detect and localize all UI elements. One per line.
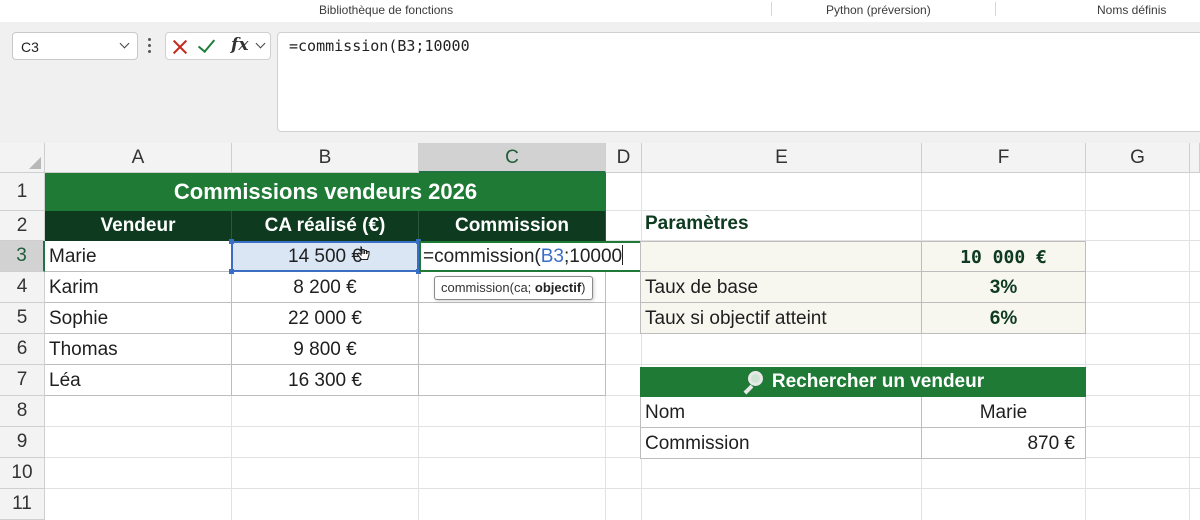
insert-function-icon[interactable]: fx (231, 35, 248, 55)
params-base-rate-value[interactable]: 3% (922, 272, 1086, 303)
column-header-g[interactable]: G (1086, 143, 1190, 173)
ribbon-separator (771, 2, 772, 16)
table-cell-commission[interactable] (419, 365, 606, 396)
hand-cursor-icon (356, 246, 370, 261)
row-header-3[interactable]: 3 (0, 241, 45, 272)
selected-cell-b3[interactable]: 14 500 € (229, 239, 421, 274)
table-cell-commission[interactable] (419, 303, 606, 334)
params-target-rate-label[interactable]: Taux si objectif atteint (640, 303, 922, 334)
text-caret (622, 245, 624, 265)
row-header-11[interactable]: 11 (0, 489, 45, 520)
table-cell-ca[interactable]: 16 300 € (232, 365, 419, 396)
formula-text: =commission(B3;10000 (289, 37, 470, 55)
more-options-icon[interactable] (148, 38, 151, 54)
ribbon-group-defined-names: Noms définis (1097, 3, 1167, 17)
params-base-rate-label[interactable]: Taux de base (640, 272, 922, 303)
search-commission-label[interactable]: Commission (640, 428, 922, 459)
editor-prefix: =commission( (423, 246, 541, 267)
params-objective-value[interactable]: 10 000 € (922, 241, 1086, 272)
tooltip-end: ) (581, 280, 586, 295)
name-box-value: C3 (21, 39, 39, 55)
select-all-button[interactable] (0, 143, 45, 173)
editor-suffix: ;10000 (563, 246, 623, 267)
gridline (1085, 173, 1086, 520)
gridline (641, 173, 642, 520)
formula-input[interactable]: =commission(B3;10000 (277, 32, 1200, 132)
table-cell-commission[interactable] (419, 334, 606, 365)
check-icon[interactable] (197, 34, 216, 54)
table-cell-ca[interactable]: 8 200 € (232, 272, 419, 303)
row-header-9[interactable]: 9 (0, 427, 45, 458)
cell-c3-editor[interactable]: =commission(B3;10000 (419, 241, 651, 272)
cell-b3-value: 14 500 € (288, 246, 362, 267)
formula-tools: fx (165, 32, 271, 60)
ribbon-group-labels: Bibliothèque de fonctions Python (préver… (0, 0, 1200, 22)
selection-handle[interactable] (229, 269, 234, 274)
chevron-down-icon[interactable] (255, 38, 266, 49)
table-cell-vendeur[interactable]: Sophie (45, 303, 232, 334)
params-title[interactable]: Paramètres (645, 213, 749, 235)
search-icon (742, 371, 764, 395)
table-cell-ca[interactable]: 9 800 € (232, 334, 419, 365)
table-cell-vendeur[interactable]: Léa (45, 365, 232, 396)
params-objective-label[interactable] (640, 241, 922, 272)
row-header-10[interactable]: 10 (0, 458, 45, 489)
name-box[interactable]: C3 (12, 32, 138, 60)
params-target-rate-value[interactable]: 6% (922, 303, 1086, 334)
function-tooltip: commission(ca; objectif) (434, 276, 593, 300)
row-header-4[interactable]: 4 (0, 272, 45, 303)
table-header-ca[interactable]: CA réalisé (€) (232, 211, 419, 241)
column-header-d[interactable]: D (606, 143, 642, 173)
row-header-2[interactable]: 2 (0, 211, 45, 241)
table-header-commission[interactable]: Commission (419, 211, 606, 241)
gridline (45, 488, 1200, 489)
cancel-icon[interactable] (172, 39, 188, 55)
column-header-a[interactable]: A (45, 143, 232, 173)
tooltip-function: commission(ca; (441, 280, 535, 295)
gridline (921, 173, 922, 520)
column-header-c[interactable]: C (419, 143, 606, 173)
search-title: Rechercher un vendeur (771, 371, 985, 392)
search-header[interactable]: Rechercher un vendeur (640, 367, 1086, 397)
row-header-5[interactable]: 5 (0, 303, 45, 334)
formula-bar-area: C3 fx =commission(B3;10000 (0, 22, 1200, 143)
row-header-7[interactable]: 7 (0, 365, 45, 396)
ribbon-group-python: Python (préversion) (826, 3, 931, 17)
column-header-h[interactable] (1190, 143, 1200, 173)
table-header-vendeur[interactable]: Vendeur (45, 211, 232, 241)
row-header-8[interactable]: 8 (0, 396, 45, 427)
ribbon-group-function-library: Bibliothèque de fonctions (319, 3, 454, 17)
search-name-label[interactable]: Nom (640, 397, 922, 428)
selection-handle[interactable] (229, 239, 234, 244)
ribbon-separator (995, 2, 996, 16)
search-commission-value[interactable]: 870 € (922, 428, 1086, 459)
search-name-input[interactable]: Marie (922, 397, 1086, 428)
gridline (1189, 173, 1190, 520)
table-cell-ca[interactable]: 22 000 € (232, 303, 419, 334)
table-cell-vendeur[interactable]: Karim (45, 272, 232, 303)
table-title[interactable]: Commissions vendeurs 2026 (45, 173, 606, 211)
chevron-down-icon[interactable] (119, 38, 130, 49)
column-header-b[interactable]: B (232, 143, 419, 173)
spreadsheet-grid[interactable]: A B C D E F G 1 2 3 4 5 6 7 8 9 10 11 Co… (0, 143, 1200, 520)
table-cell-vendeur[interactable]: Marie (45, 241, 232, 272)
table-cell-vendeur[interactable]: Thomas (45, 334, 232, 365)
column-header-f[interactable]: F (922, 143, 1086, 173)
row-header-6[interactable]: 6 (0, 334, 45, 365)
column-header-e[interactable]: E (642, 143, 922, 173)
row-header-1[interactable]: 1 (0, 173, 45, 211)
tooltip-current-arg: objectif (534, 280, 582, 295)
editor-reference: B3 (540, 246, 564, 267)
